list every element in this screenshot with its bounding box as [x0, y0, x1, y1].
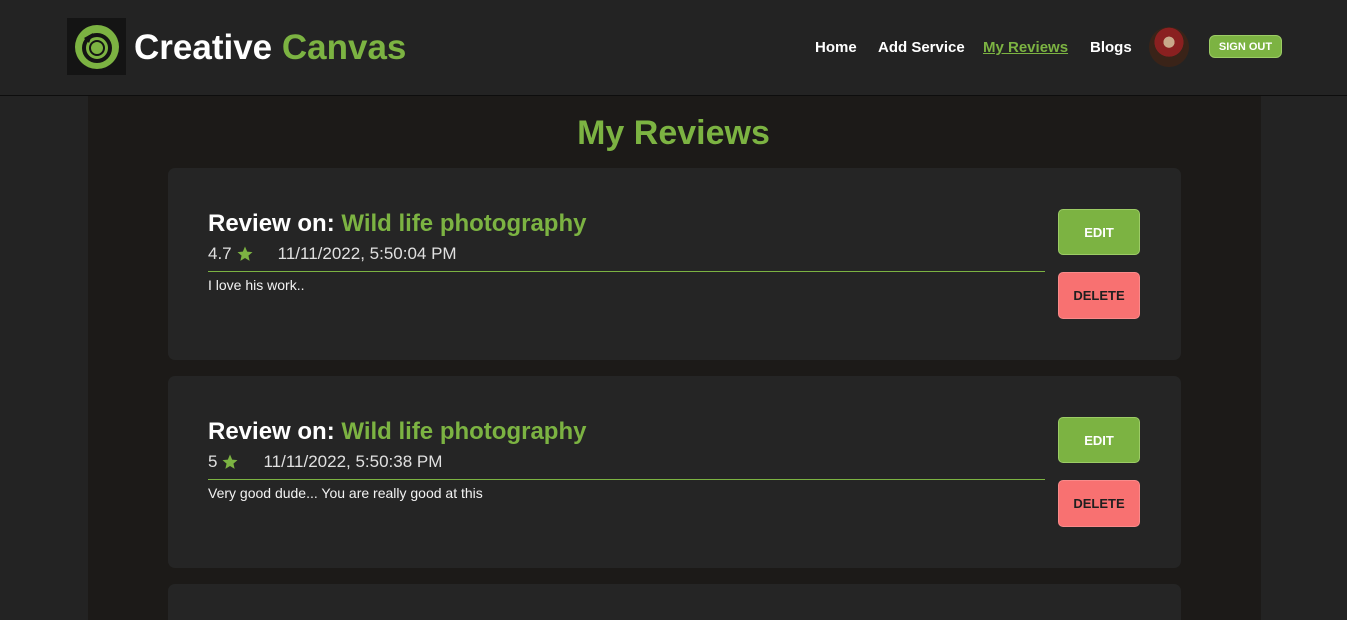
edit-button[interactable]: EDIT	[1058, 417, 1140, 463]
review-heading: Review on: Wild life photography	[208, 209, 586, 239]
review-rating: 4.7	[208, 244, 232, 263]
avatar[interactable]	[1149, 27, 1189, 67]
edit-button[interactable]: EDIT	[1058, 209, 1140, 255]
review-service-name: Wild life photography	[341, 418, 587, 445]
review-timestamp: 11/11/2022, 5:50:04 PM	[277, 244, 457, 263]
review-prefix: Review on:	[208, 418, 335, 445]
brand-name[interactable]: Creative Canvas	[134, 26, 406, 70]
delete-button[interactable]: DELETE	[1058, 272, 1140, 319]
review-rating: 5	[208, 452, 218, 471]
nav-home[interactable]: Home	[815, 38, 857, 58]
review-heading: Review on: Wild life photography	[208, 417, 586, 447]
review-divider	[208, 479, 1045, 480]
review-comment: Very good dude... You are really good at…	[208, 485, 483, 501]
review-card: Review on: Wild life photography 5 11/11…	[168, 376, 1181, 568]
review-divider	[208, 271, 1045, 272]
review-meta: 4.7 11/11/2022, 5:50:04 PM	[208, 243, 457, 265]
review-prefix: Review on:	[208, 210, 335, 237]
brand-name-part2: Canvas	[281, 28, 407, 67]
nav-blogs[interactable]: Blogs	[1090, 38, 1132, 58]
star-icon	[222, 454, 238, 469]
navbar: Creative Canvas Home Add Service My Revi…	[0, 0, 1347, 96]
sign-out-button[interactable]: SIGN OUT	[1209, 35, 1282, 58]
review-card	[168, 584, 1181, 620]
review-timestamp: 11/11/2022, 5:50:38 PM	[263, 452, 443, 471]
page-title: My Reviews	[577, 114, 770, 152]
nav-my-reviews[interactable]: My Reviews	[983, 38, 1068, 58]
review-comment: I love his work..	[208, 277, 305, 293]
brand-name-part1: Creative	[134, 28, 273, 67]
star-icon	[237, 246, 253, 261]
review-card: Review on: Wild life photography 4.7 11/…	[168, 168, 1181, 360]
camera-lens-icon	[74, 24, 119, 69]
brand-logo[interactable]	[67, 18, 126, 75]
review-meta: 5 11/11/2022, 5:50:38 PM	[208, 451, 442, 473]
nav-add-service[interactable]: Add Service	[878, 38, 965, 58]
delete-button[interactable]: DELETE	[1058, 480, 1140, 527]
review-service-name: Wild life photography	[341, 210, 587, 237]
